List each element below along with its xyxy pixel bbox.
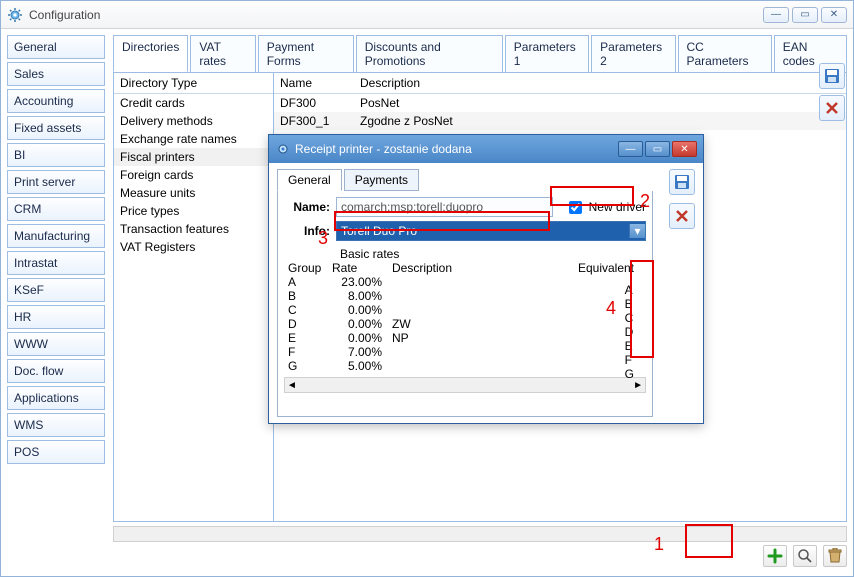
- name-field[interactable]: [336, 197, 553, 217]
- list-item[interactable]: VAT Registers: [114, 238, 273, 256]
- new-driver-checkbox[interactable]: New driver: [565, 198, 646, 217]
- sidebar-item-ksef[interactable]: KSeF: [7, 278, 105, 302]
- dlg-close-button[interactable]: ✕: [672, 141, 697, 157]
- sidebar-item-fixed-assets[interactable]: Fixed assets: [7, 116, 105, 140]
- rate-row[interactable]: F7.00%: [284, 345, 646, 359]
- list-item[interactable]: Foreign cards: [114, 166, 273, 184]
- tab-parameters-2[interactable]: Parameters 2: [591, 35, 675, 72]
- dlg-minimize-button[interactable]: —: [618, 141, 643, 157]
- dialog-title: Receipt printer - zostanie dodana: [295, 142, 618, 156]
- dlg-hscroll[interactable]: ◄►: [284, 377, 646, 393]
- sidebar-item-bi[interactable]: BI: [7, 143, 105, 167]
- tab-vat-rates[interactable]: VAT rates: [190, 35, 255, 72]
- gear-icon: [7, 7, 23, 23]
- sidebar-item-applications[interactable]: Applications: [7, 386, 105, 410]
- dlg-cancel-button[interactable]: [669, 203, 695, 229]
- dlg-tab-payments[interactable]: Payments: [344, 169, 419, 191]
- dir-type-list: Credit cardsDelivery methodsExchange rat…: [114, 94, 273, 256]
- sidebar-item-print-server[interactable]: Print server: [7, 170, 105, 194]
- cancel-button[interactable]: [819, 95, 845, 121]
- configuration-window: Configuration — ▭ ✕ General Sales Accounti…: [0, 0, 854, 577]
- dlg-maximize-button[interactable]: ▭: [645, 141, 670, 157]
- sidebar-item-hr[interactable]: HR: [7, 305, 105, 329]
- rate-row[interactable]: E0.00%NP: [284, 331, 646, 345]
- equivalent-column: ABCDEFG: [625, 283, 634, 381]
- table-row[interactable]: DF300_1Zgodne z PosNet: [274, 112, 846, 130]
- equiv-value: B: [625, 297, 634, 311]
- name-label: Name:: [284, 200, 330, 214]
- add-button[interactable]: [763, 545, 787, 567]
- sidebar-item-doc-flow[interactable]: Doc. flow: [7, 359, 105, 383]
- category-sidebar: General Sales Accounting Fixed assets BI Prin…: [7, 35, 105, 570]
- col-description[interactable]: Description: [354, 73, 846, 93]
- equiv-value: G: [625, 367, 634, 381]
- rate-row[interactable]: A23.00%: [284, 275, 646, 289]
- equiv-value: A: [625, 283, 634, 297]
- sidebar-item-general[interactable]: General: [7, 35, 105, 59]
- sidebar-item-intrastat[interactable]: Intrastat: [7, 251, 105, 275]
- rate-row[interactable]: C0.00%: [284, 303, 646, 317]
- main-titlebar: Configuration — ▭ ✕: [1, 1, 853, 29]
- dlg-tabs: GeneralPayments: [277, 169, 653, 191]
- rates-col-desc: Description: [392, 261, 566, 275]
- tab-discounts-and-promotions[interactable]: Discounts and Promotions: [356, 35, 503, 72]
- chevron-down-icon: ▾: [629, 224, 645, 238]
- table-row[interactable]: DF300PosNet: [274, 94, 846, 112]
- sidebar-item-www[interactable]: WWW: [7, 332, 105, 356]
- tab-directories[interactable]: Directories: [113, 35, 188, 72]
- list-item[interactable]: Credit cards: [114, 94, 273, 112]
- rates-col-group: Group: [284, 261, 332, 275]
- dir-type-header: Directory Type: [114, 73, 273, 94]
- sidebar-item-manufacturing[interactable]: Manufacturing: [7, 224, 105, 248]
- save-button[interactable]: [819, 63, 845, 89]
- horizontal-scroll[interactable]: [113, 526, 847, 542]
- tab-cc-parameters[interactable]: CC Parameters: [678, 35, 772, 72]
- equiv-value: C: [625, 311, 634, 325]
- sidebar-item-pos[interactable]: POS: [7, 440, 105, 464]
- list-item[interactable]: Delivery methods: [114, 112, 273, 130]
- search-button[interactable]: [793, 545, 817, 567]
- delete-button[interactable]: [823, 545, 847, 567]
- rates-col-rate: Rate: [332, 261, 392, 275]
- rate-row[interactable]: G5.00%: [284, 359, 646, 373]
- info-dropdown[interactable]: Torell Duo Pro ▾: [336, 221, 646, 241]
- col-name[interactable]: Name: [274, 73, 354, 93]
- dlg-tab-general[interactable]: General: [277, 169, 342, 191]
- dir-table-body: DF300PosNetDF300_1Zgodne z PosNet: [274, 94, 846, 130]
- window-title: Configuration: [29, 8, 763, 22]
- dlg-save-button[interactable]: [669, 169, 695, 195]
- equivalent-header: Equivalent: [566, 261, 646, 275]
- rates-title: Basic rates: [284, 247, 646, 261]
- config-tabs: DirectoriesVAT ratesPayment FormsDiscoun…: [113, 35, 847, 72]
- minimize-button[interactable]: —: [763, 7, 789, 23]
- equiv-value: D: [625, 325, 634, 339]
- equiv-value: F: [625, 353, 634, 367]
- list-item[interactable]: Exchange rate names: [114, 130, 273, 148]
- sidebar-item-wms[interactable]: WMS: [7, 413, 105, 437]
- sidebar-item-sales[interactable]: Sales: [7, 62, 105, 86]
- gear-icon: [275, 141, 291, 157]
- info-label: Info:: [284, 224, 330, 238]
- maximize-button[interactable]: ▭: [792, 7, 818, 23]
- sidebar-item-accounting[interactable]: Accounting: [7, 89, 105, 113]
- list-item[interactable]: Fiscal printers: [114, 148, 273, 166]
- equiv-value: E: [625, 339, 634, 353]
- list-item[interactable]: Transaction features: [114, 220, 273, 238]
- rate-row[interactable]: B8.00%: [284, 289, 646, 303]
- list-item[interactable]: Price types: [114, 202, 273, 220]
- tab-parameters-1[interactable]: Parameters 1: [505, 35, 589, 72]
- tab-payment-forms[interactable]: Payment Forms: [258, 35, 354, 72]
- sidebar-item-crm[interactable]: CRM: [7, 197, 105, 221]
- receipt-printer-dialog: Receipt printer - zostanie dodana — ▭ ✕ …: [268, 134, 704, 424]
- rates-body: A23.00%B8.00%C0.00%D0.00%ZWE0.00%NPF7.00…: [284, 275, 646, 373]
- close-button[interactable]: ✕: [821, 7, 847, 23]
- rate-row[interactable]: D0.00%ZW: [284, 317, 646, 331]
- list-item[interactable]: Measure units: [114, 184, 273, 202]
